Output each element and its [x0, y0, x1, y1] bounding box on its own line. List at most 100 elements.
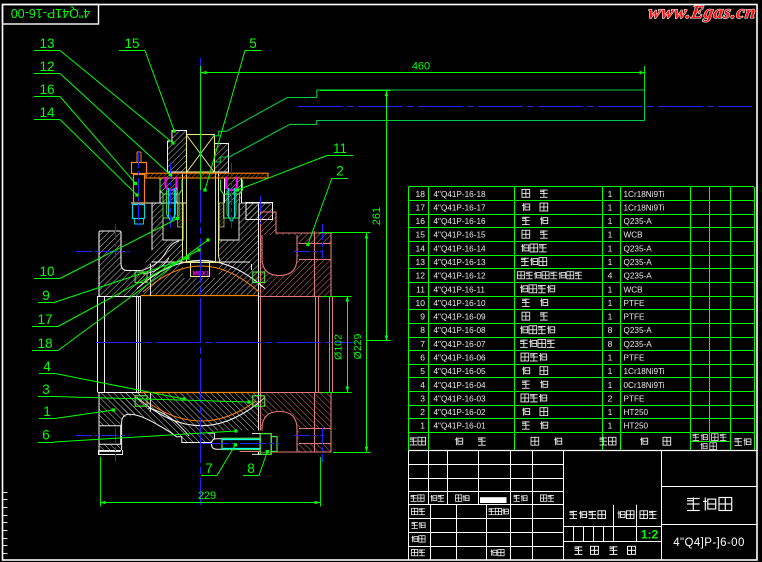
svg-text:4"Q41P-16-17: 4"Q41P-16-17 — [434, 203, 487, 212]
svg-text:4"Q41P-16-14: 4"Q41P-16-14 — [434, 244, 487, 253]
svg-text:2: 2 — [608, 393, 613, 403]
svg-text:PTFE: PTFE — [624, 299, 645, 308]
svg-text:1: 1 — [608, 421, 613, 431]
svg-text:Q235-A: Q235-A — [624, 326, 653, 335]
svg-text:12: 12 — [416, 271, 426, 281]
svg-text:1: 1 — [608, 202, 613, 212]
svg-text:4: 4 — [420, 380, 425, 390]
svg-text:5: 5 — [249, 36, 257, 51]
svg-text:8: 8 — [608, 325, 613, 335]
svg-text:4"Q41P-16-06: 4"Q41P-16-06 — [434, 354, 487, 363]
svg-text:4"Q41P-16-00: 4"Q41P-16-00 — [11, 6, 91, 20]
svg-text:2: 2 — [336, 164, 344, 179]
svg-text:WCB: WCB — [624, 231, 644, 240]
svg-text:13: 13 — [416, 257, 426, 267]
svg-text:0Cr18Ni9Ti: 0Cr18Ni9Ti — [624, 381, 665, 390]
svg-text:4"Q41P-16-10: 4"Q41P-16-10 — [434, 299, 487, 308]
svg-text:11: 11 — [333, 141, 347, 156]
svg-text:Q235-A: Q235-A — [624, 272, 653, 281]
svg-text:1Cr18Ni9Ti: 1Cr18Ni9Ti — [624, 190, 665, 199]
svg-text:4"Q41P-16-12: 4"Q41P-16-12 — [434, 272, 487, 281]
svg-text:1: 1 — [43, 404, 51, 419]
svg-text:460: 460 — [412, 61, 430, 73]
svg-text:13: 13 — [39, 36, 54, 51]
svg-text:229: 229 — [198, 490, 216, 502]
svg-text:4"Q41P-16-02: 4"Q41P-16-02 — [434, 408, 487, 417]
svg-text:6: 6 — [420, 353, 425, 363]
svg-text:14: 14 — [39, 105, 55, 120]
svg-text:15: 15 — [416, 230, 426, 240]
svg-text:5: 5 — [420, 366, 425, 376]
svg-text:7: 7 — [420, 339, 425, 349]
svg-text:1: 1 — [608, 189, 613, 199]
svg-text:9: 9 — [420, 312, 425, 322]
svg-text:10: 10 — [416, 298, 426, 308]
svg-text:HT250: HT250 — [624, 422, 649, 431]
svg-text:4"Q41P-16-01: 4"Q41P-16-01 — [434, 422, 487, 431]
svg-text:1:2: 1:2 — [641, 528, 659, 542]
svg-text:1: 1 — [608, 243, 613, 253]
svg-text:8: 8 — [420, 325, 425, 335]
svg-text:4"Q4]P-]6-00: 4"Q4]P-]6-00 — [673, 537, 745, 549]
svg-text:1Cr18Ni9Ti: 1Cr18Ni9Ti — [624, 367, 665, 376]
svg-text:1: 1 — [608, 312, 613, 322]
svg-text:17: 17 — [37, 312, 52, 327]
svg-text:PTFE: PTFE — [624, 394, 645, 403]
svg-text:12: 12 — [39, 59, 54, 74]
svg-text:6: 6 — [42, 428, 50, 443]
svg-text:4: 4 — [43, 359, 51, 374]
svg-text:14: 14 — [416, 243, 426, 253]
svg-text:1: 1 — [608, 380, 613, 390]
svg-text:11: 11 — [416, 284, 425, 294]
svg-text:10: 10 — [39, 264, 54, 279]
svg-text:1: 1 — [608, 353, 613, 363]
svg-text:WCB: WCB — [624, 285, 644, 294]
svg-text:1: 1 — [608, 298, 613, 308]
svg-text:4"Q41P-16-15: 4"Q41P-16-15 — [434, 231, 487, 240]
svg-text:2: 2 — [420, 407, 425, 417]
svg-text:4"Q41P-16-11: 4"Q41P-16-11 — [434, 285, 486, 294]
svg-text:8: 8 — [247, 461, 255, 476]
svg-text:4"Q41P-16-08: 4"Q41P-16-08 — [434, 326, 487, 335]
svg-text:1: 1 — [608, 216, 613, 226]
svg-text:16: 16 — [416, 216, 426, 226]
svg-text:16: 16 — [39, 82, 54, 97]
svg-text:4"Q41P-16-13: 4"Q41P-16-13 — [434, 258, 487, 267]
svg-text:1: 1 — [608, 366, 613, 376]
svg-text:www.Egas.cn: www.Egas.cn — [647, 2, 758, 23]
svg-text:4"Q41P-16-03: 4"Q41P-16-03 — [434, 394, 487, 403]
svg-text:7: 7 — [205, 461, 213, 476]
svg-text:261: 261 — [371, 207, 383, 225]
svg-text:17: 17 — [416, 202, 426, 212]
svg-text:18: 18 — [37, 336, 52, 351]
svg-text:4"Q41P-16-05: 4"Q41P-16-05 — [434, 367, 487, 376]
svg-text:1: 1 — [608, 257, 613, 267]
svg-text:M8X1: M8X1 — [193, 271, 210, 278]
svg-text:1: 1 — [608, 407, 613, 417]
svg-text:Q235-A: Q235-A — [624, 217, 653, 226]
svg-text:PTFE: PTFE — [624, 354, 645, 363]
svg-text:3: 3 — [42, 382, 50, 397]
svg-text:15: 15 — [124, 36, 139, 51]
svg-text:18: 18 — [416, 189, 426, 199]
svg-text:1Cr18Ni9Ti: 1Cr18Ni9Ti — [624, 203, 665, 212]
svg-text:8: 8 — [608, 339, 613, 349]
svg-text:4"Q41P-16-16: 4"Q41P-16-16 — [434, 217, 487, 226]
svg-text:3: 3 — [420, 393, 425, 403]
svg-text:PTFE: PTFE — [624, 313, 645, 322]
svg-text:Ø229: Ø229 — [352, 333, 364, 359]
svg-text:9: 9 — [42, 288, 50, 303]
svg-text:Q235-A: Q235-A — [624, 340, 653, 349]
svg-text:Q235-A: Q235-A — [624, 258, 653, 267]
svg-text:4: 4 — [608, 271, 613, 281]
svg-text:4"Q41P-16-18: 4"Q41P-16-18 — [434, 190, 487, 199]
svg-text:4"Q41P-16-09: 4"Q41P-16-09 — [434, 313, 487, 322]
svg-text:Q235-A: Q235-A — [624, 244, 653, 253]
svg-text:1: 1 — [608, 284, 613, 294]
svg-text:HT250: HT250 — [624, 408, 649, 417]
svg-text:4"Q41P-16-07: 4"Q41P-16-07 — [434, 340, 487, 349]
svg-text:1: 1 — [608, 230, 613, 240]
svg-text:1: 1 — [420, 421, 425, 431]
svg-text:Ø102: Ø102 — [333, 334, 345, 360]
svg-text:4"Q41P-16-04: 4"Q41P-16-04 — [434, 381, 487, 390]
